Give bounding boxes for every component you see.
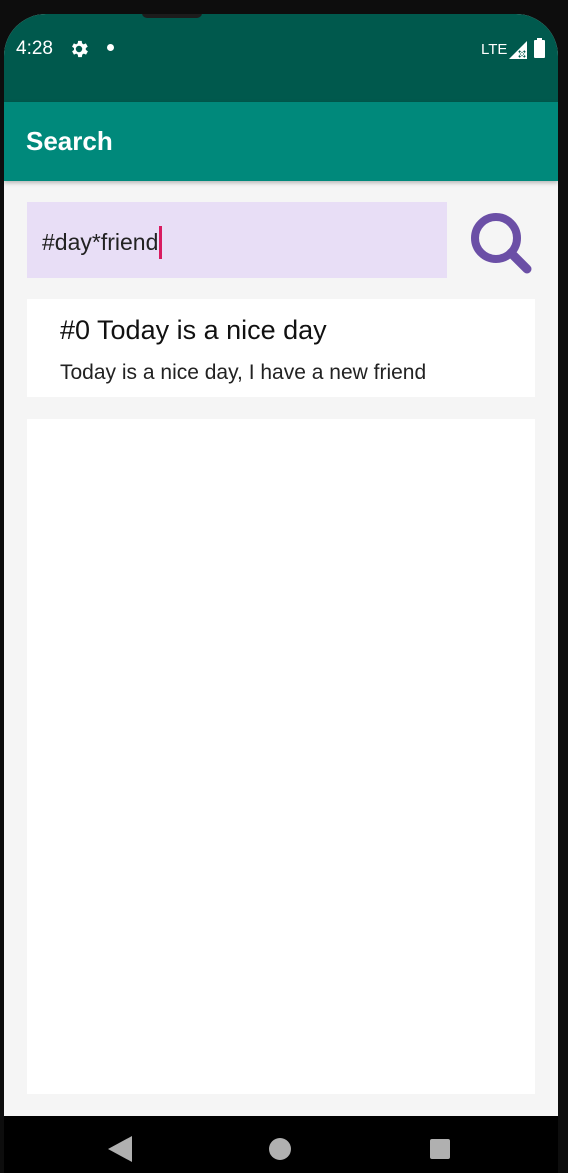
search-input[interactable]: #day*friend <box>27 202 447 278</box>
gear-icon <box>72 40 88 58</box>
battery-icon <box>534 38 545 58</box>
home-icon[interactable] <box>269 1138 291 1160</box>
result-body: Today is a nice day, I have a new friend <box>60 361 427 384</box>
status-time: 4:28 <box>16 38 53 59</box>
text-cursor <box>159 226 163 259</box>
camera-notch <box>142 14 202 18</box>
phone-frame: 4:28 LTE Search #day*friend #0 Today is … <box>0 0 568 1173</box>
back-icon[interactable] <box>108 1136 132 1162</box>
status-bar: 4:28 LTE <box>4 14 558 102</box>
network-type-label: LTE <box>481 41 508 58</box>
result-title: #0 Today is a nice day <box>60 315 327 345</box>
search-icon[interactable] <box>466 208 536 278</box>
recents-icon[interactable] <box>430 1139 450 1159</box>
results-panel <box>27 419 535 1094</box>
list-item[interactable]: #0 Today is a nice day Today is a nice d… <box>27 299 535 397</box>
notification-dot-icon <box>107 44 114 51</box>
app-bar: Search <box>4 102 558 181</box>
screen: 4:28 LTE Search #day*friend #0 Today is … <box>4 14 558 1173</box>
navigation-bar <box>4 1116 558 1173</box>
page-title: Search <box>26 126 113 156</box>
signal-icon <box>509 41 527 59</box>
search-input-value: #day*friend <box>42 229 159 255</box>
search-input-text-wrapper: #day*friend <box>42 226 163 259</box>
